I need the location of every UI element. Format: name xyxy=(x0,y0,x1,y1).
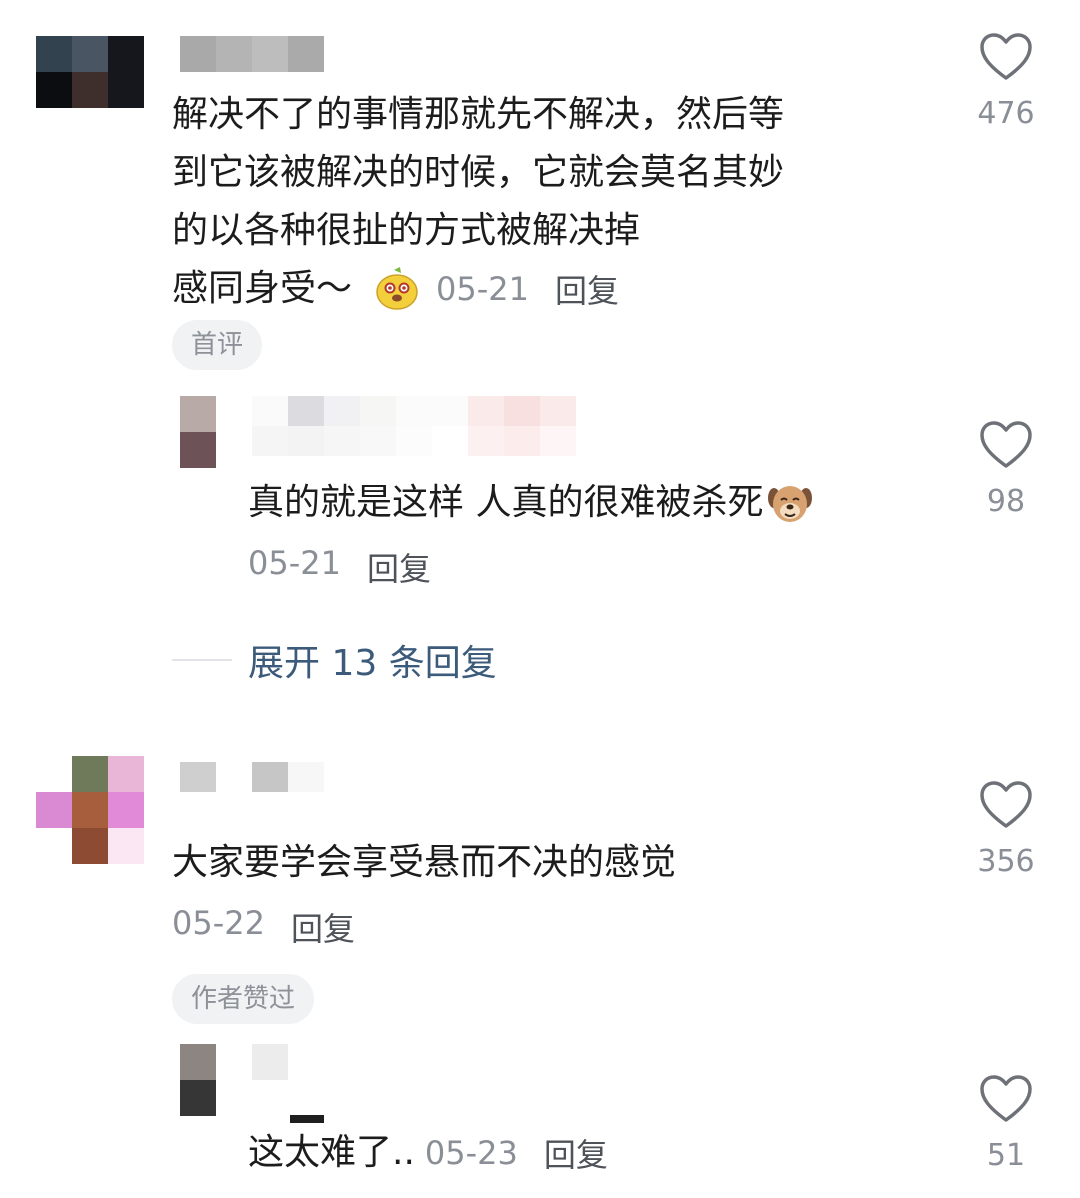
like-button[interactable]: 98 xyxy=(951,420,1061,519)
comment-date: 05-21 xyxy=(436,270,529,308)
reply-button[interactable]: 回复 xyxy=(291,904,355,950)
username-fragment xyxy=(290,1115,324,1123)
heart-outline-icon xyxy=(980,421,1032,468)
heart-outline-icon xyxy=(980,1075,1032,1122)
reply-button[interactable]: 回复 xyxy=(555,266,619,312)
avatar[interactable] xyxy=(180,1044,216,1116)
author-liked-badge: 作者赞过 xyxy=(172,974,315,1024)
username[interactable] xyxy=(252,1044,288,1080)
comment-text: 大家要学会享受悬而不决的感觉 xyxy=(172,842,677,883)
first-comment-badge: 首评 xyxy=(172,320,263,370)
reply-button[interactable]: 回复 xyxy=(544,1130,608,1176)
avatar[interactable] xyxy=(36,756,144,864)
reply-date: 05-21 xyxy=(248,544,341,582)
heart-outline-icon xyxy=(980,33,1032,80)
comment-text-line: 到它该被解决的时候，它就会莫名其妙 xyxy=(172,152,785,193)
like-button[interactable]: 51 xyxy=(951,1074,1061,1173)
comment-text-line: 的以各种很扯的方式被解决掉 xyxy=(172,210,641,251)
like-count: 476 xyxy=(977,96,1035,131)
username[interactable] xyxy=(252,396,576,456)
avatar[interactable] xyxy=(180,396,216,468)
username[interactable] xyxy=(180,36,324,72)
divider-line xyxy=(172,659,232,661)
comment-text-line: 解决不了的事情那就先不解决，然后等 xyxy=(172,94,785,135)
heart-outline-icon xyxy=(980,781,1032,828)
like-count: 356 xyxy=(977,844,1035,879)
reply-button[interactable]: 回复 xyxy=(367,544,431,590)
like-count: 98 xyxy=(986,484,1026,519)
like-count: 51 xyxy=(986,1138,1026,1173)
reply-date: 05-23 xyxy=(424,1134,518,1172)
yellow-mascot-emoji xyxy=(374,266,420,312)
like-button[interactable]: 356 xyxy=(951,780,1061,879)
comment-text-tail: 感同身受～ xyxy=(172,268,353,309)
comment-date: 05-22 xyxy=(172,904,265,942)
avatar[interactable] xyxy=(36,36,144,108)
reply-text: 这太难了.. xyxy=(248,1132,415,1173)
dog-face-emoji xyxy=(767,480,813,526)
like-button[interactable]: 476 xyxy=(951,32,1061,131)
username[interactable] xyxy=(180,762,324,792)
expand-replies-button[interactable]: 展开 13 条回复 xyxy=(248,634,497,686)
reply-text: 真的就是这样 人真的很难被杀死 xyxy=(248,482,764,523)
